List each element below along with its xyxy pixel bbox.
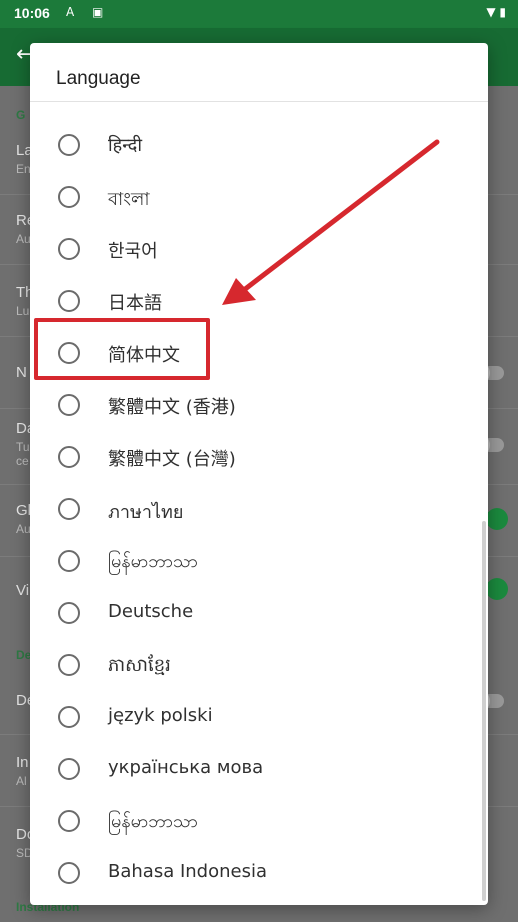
radio-button[interactable] — [58, 238, 80, 260]
status-right-icons: ▼ ▮ — [486, 5, 506, 19]
scrollbar[interactable] — [482, 521, 486, 901]
radio-button[interactable] — [58, 602, 80, 624]
language-option-ukrainian[interactable]: українська мова — [30, 744, 470, 794]
language-option-german[interactable]: Deutsche — [30, 588, 470, 638]
language-label: 繁體中文 (台灣) — [108, 449, 236, 470]
language-label: বাংলা — [108, 189, 150, 210]
language-label: 한국어 — [108, 241, 158, 262]
radio-button[interactable] — [58, 394, 80, 416]
radio-button[interactable] — [58, 758, 80, 780]
language-label: 日本語 — [108, 293, 162, 314]
language-option-hindi[interactable]: हिन्दी — [30, 120, 470, 170]
radio-button[interactable] — [58, 446, 80, 468]
language-label: မြန်မာဘာသာ — [108, 551, 198, 572]
radio-button[interactable] — [58, 654, 80, 676]
wifi-icon: ▼ — [486, 5, 496, 19]
bg-section-header: G — [16, 108, 26, 122]
radio-button[interactable] — [58, 862, 80, 884]
radio-button[interactable] — [58, 810, 80, 832]
language-option-indonesian[interactable]: Bahasa Indonesia — [30, 848, 470, 898]
status-time: 10:06 — [14, 5, 50, 21]
language-option-polish[interactable]: język polski — [30, 692, 470, 742]
language-label: ភាសាខ្មែរ — [108, 655, 171, 676]
radio-button[interactable] — [58, 498, 80, 520]
notification-a-icon: ▣ — [92, 5, 104, 19]
font-icon: A — [66, 5, 75, 19]
language-option-traditional-chinese-tw[interactable]: 繁體中文 (台灣) — [30, 432, 470, 482]
language-option-burmese[interactable]: မြန်မာဘာသာ — [30, 536, 470, 586]
language-list[interactable]: हिन्दी বাংলা 한국어 日本語 简体中文 繁體中文 (香港) 繁體中文… — [30, 102, 488, 905]
language-option-bengali[interactable]: বাংলা — [30, 172, 470, 222]
language-label: українська мова — [108, 757, 264, 778]
language-label: हिन्दी — [108, 135, 143, 156]
language-label: Deutsche — [108, 601, 194, 622]
language-label: 繁體中文 (香港) — [108, 397, 236, 418]
dialog-title: Language — [56, 68, 141, 89]
language-option-korean[interactable]: 한국어 — [30, 224, 470, 274]
language-label: မြန်မာဘာသာ — [108, 811, 198, 832]
radio-button[interactable] — [58, 134, 80, 156]
status-bar: 10:06 A ▣ ▼ ▮ — [0, 0, 518, 28]
radio-button[interactable] — [58, 550, 80, 572]
radio-button[interactable] — [58, 706, 80, 728]
language-dialog: Language हिन्दी বাংলা 한국어 日本語 简体中文 繁體中文 … — [30, 43, 488, 905]
language-label: język polski — [108, 705, 213, 726]
radio-button[interactable] — [58, 290, 80, 312]
language-option-burmese-2[interactable]: မြန်မာဘာသာ — [30, 796, 470, 846]
battery-icon: ▮ — [499, 5, 506, 19]
language-option-thai[interactable]: ภาษาไทย — [30, 484, 470, 534]
language-label: Bahasa Indonesia — [108, 861, 267, 882]
language-option-traditional-chinese-hk[interactable]: 繁體中文 (香港) — [30, 380, 470, 430]
language-label: ภาษาไทย — [108, 502, 184, 523]
language-option-khmer[interactable]: ភាសាខ្មែរ — [30, 640, 470, 690]
radio-button[interactable] — [58, 186, 80, 208]
highlight-box — [34, 318, 210, 380]
